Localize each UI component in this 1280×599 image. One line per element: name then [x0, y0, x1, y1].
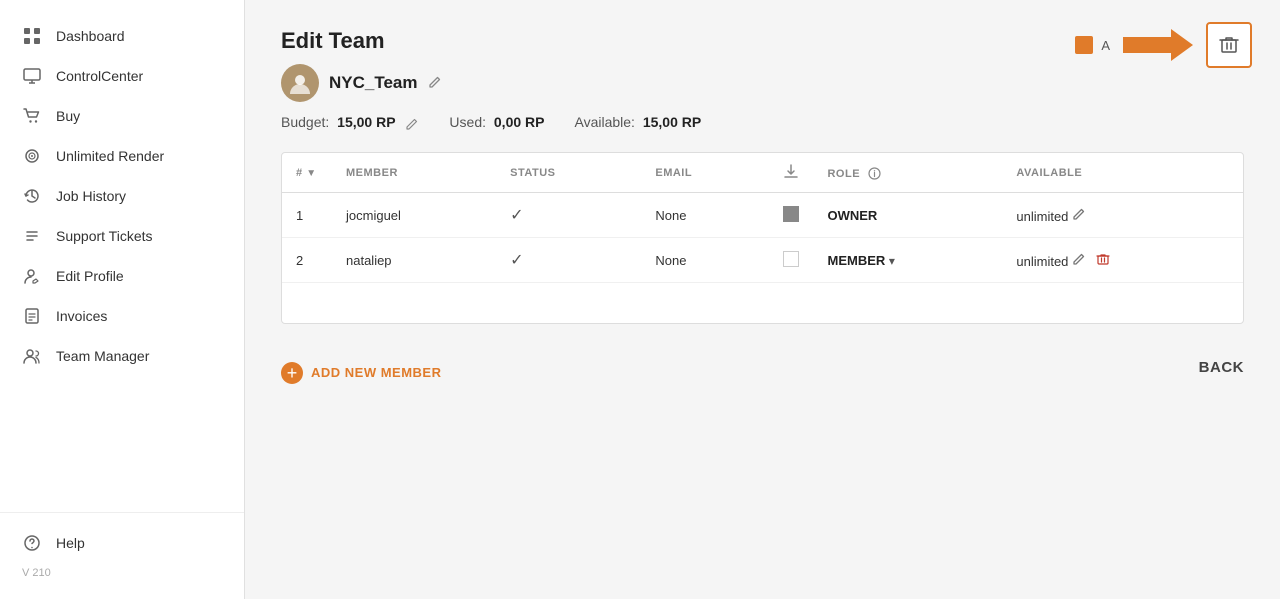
edit-budget-icon[interactable]: [403, 115, 419, 130]
sidebar-item-label: Unlimited Render: [56, 148, 164, 164]
help-icon: [22, 533, 42, 553]
sidebar-item-label: Edit Profile: [56, 268, 124, 284]
sidebar-item-label: Job History: [56, 188, 126, 204]
col-status: STATUS: [496, 153, 641, 193]
sidebar-item-label: Help: [56, 535, 85, 551]
role-label: MEMBER: [827, 253, 885, 268]
members-table: # ▼ MEMBER STATUS EMAIL ROLE: [282, 153, 1243, 323]
budget-label: Budget: 15,00 RP: [281, 114, 419, 130]
top-right-area: A: [1075, 22, 1252, 68]
add-member-icon[interactable]: +: [281, 362, 303, 384]
members-table-container: # ▼ MEMBER STATUS EMAIL ROLE: [281, 152, 1244, 324]
edit-member-icon[interactable]: [1072, 208, 1086, 224]
cell-member: nataliep: [332, 238, 496, 283]
col-available: AVAILABLE: [1002, 153, 1243, 193]
add-member-row: + ADD NEW MEMBER: [281, 362, 442, 384]
sidebar-item-label: Buy: [56, 108, 80, 124]
role-label: OWNER: [827, 208, 877, 223]
col-member: MEMBER: [332, 153, 496, 193]
cell-available: unlimited: [1002, 193, 1243, 238]
edit-team-name-icon[interactable]: [428, 75, 442, 92]
sidebar-item-support-tickets[interactable]: Support Tickets: [0, 216, 244, 256]
color-square-filled: [783, 206, 799, 222]
orange-indicator: [1075, 36, 1093, 54]
cell-email: None: [641, 193, 769, 238]
cell-role: OWNER: [813, 193, 1002, 238]
team-avatar: [281, 64, 319, 102]
col-number: # ▼: [282, 153, 332, 193]
available-section: Available: 15,00 RP: [574, 114, 701, 130]
sidebar-item-label: Team Manager: [56, 348, 149, 364]
sidebar-item-job-history[interactable]: Job History: [0, 176, 244, 216]
team-name: NYC_Team: [329, 73, 418, 93]
available-value: 15,00 RP: [643, 114, 701, 130]
sidebar: Dashboard ControlCenter Buy: [0, 0, 245, 599]
cell-status: ✓: [496, 193, 641, 238]
list-icon: [22, 226, 42, 246]
edit-member-icon[interactable]: [1072, 253, 1090, 269]
add-member-button[interactable]: ADD NEW MEMBER: [311, 365, 442, 380]
file-icon: [22, 306, 42, 326]
main-content: A Edit Team NYC_Team: [245, 0, 1280, 599]
sidebar-item-invoices[interactable]: Invoices: [0, 296, 244, 336]
monitor-icon: [22, 66, 42, 86]
team-header: NYC_Team: [281, 64, 1244, 102]
users-icon: [22, 346, 42, 366]
sort-icon[interactable]: ▼: [306, 168, 316, 179]
color-square-empty: [783, 251, 799, 267]
sidebar-bottom: Help V 210: [0, 512, 244, 583]
sidebar-item-edit-profile[interactable]: Edit Profile: [0, 256, 244, 296]
sidebar-item-unlimited-render[interactable]: Unlimited Render: [0, 136, 244, 176]
delete-member-icon[interactable]: [1096, 253, 1110, 269]
cart-icon: [22, 106, 42, 126]
version-label: V 210: [0, 563, 244, 583]
sidebar-item-label: Dashboard: [56, 28, 125, 44]
cell-number: 1: [282, 193, 332, 238]
sidebar-item-buy[interactable]: Buy: [0, 96, 244, 136]
cell-color: [769, 193, 813, 238]
used-section: Used: 0,00 RP: [449, 114, 544, 130]
orange-arrow-icon: [1118, 27, 1198, 63]
team-initial-label: A: [1101, 38, 1110, 53]
actions-row: + ADD NEW MEMBER BACK: [281, 352, 1244, 384]
col-email: EMAIL: [641, 153, 769, 193]
status-check-icon: ✓: [510, 207, 523, 224]
cell-number: 2: [282, 238, 332, 283]
budget-value: 15,00 RP: [337, 114, 395, 130]
table-header-row: # ▼ MEMBER STATUS EMAIL ROLE: [282, 153, 1243, 193]
role-info-icon[interactable]: [868, 165, 881, 180]
sidebar-item-help[interactable]: Help: [0, 523, 244, 563]
cell-available: unlimited: [1002, 238, 1243, 283]
cell-email: None: [641, 238, 769, 283]
cell-color: [769, 238, 813, 283]
sidebar-item-label: Invoices: [56, 308, 107, 324]
table-row: 1 jocmiguel ✓ None OWNER unlimited: [282, 193, 1243, 238]
sidebar-item-dashboard[interactable]: Dashboard: [0, 16, 244, 56]
col-download: [769, 153, 813, 193]
delete-team-button[interactable]: [1206, 22, 1252, 68]
cell-member: jocmiguel: [332, 193, 496, 238]
col-role: ROLE: [813, 153, 1002, 193]
role-dropdown-icon[interactable]: ▾: [889, 254, 895, 268]
grid-icon: [22, 26, 42, 46]
back-button[interactable]: BACK: [1199, 359, 1244, 376]
layers-icon: [22, 146, 42, 166]
user-edit-icon: [22, 266, 42, 286]
budget-row: Budget: 15,00 RP Used: 0,00 RP Available…: [281, 114, 1244, 130]
table-row: 2 nataliep ✓ None MEMBER ▾ unlimited: [282, 238, 1243, 283]
used-value: 0,00 RP: [494, 114, 545, 130]
cell-status: ✓: [496, 238, 641, 283]
status-check-icon: ✓: [510, 252, 523, 269]
sidebar-item-label: Support Tickets: [56, 228, 153, 244]
sidebar-item-controlcenter[interactable]: ControlCenter: [0, 56, 244, 96]
cell-role: MEMBER ▾: [813, 238, 1002, 283]
empty-row: [282, 283, 1243, 323]
sidebar-item-team-manager[interactable]: Team Manager: [0, 336, 244, 376]
sidebar-item-label: ControlCenter: [56, 68, 143, 84]
history-icon: [22, 186, 42, 206]
